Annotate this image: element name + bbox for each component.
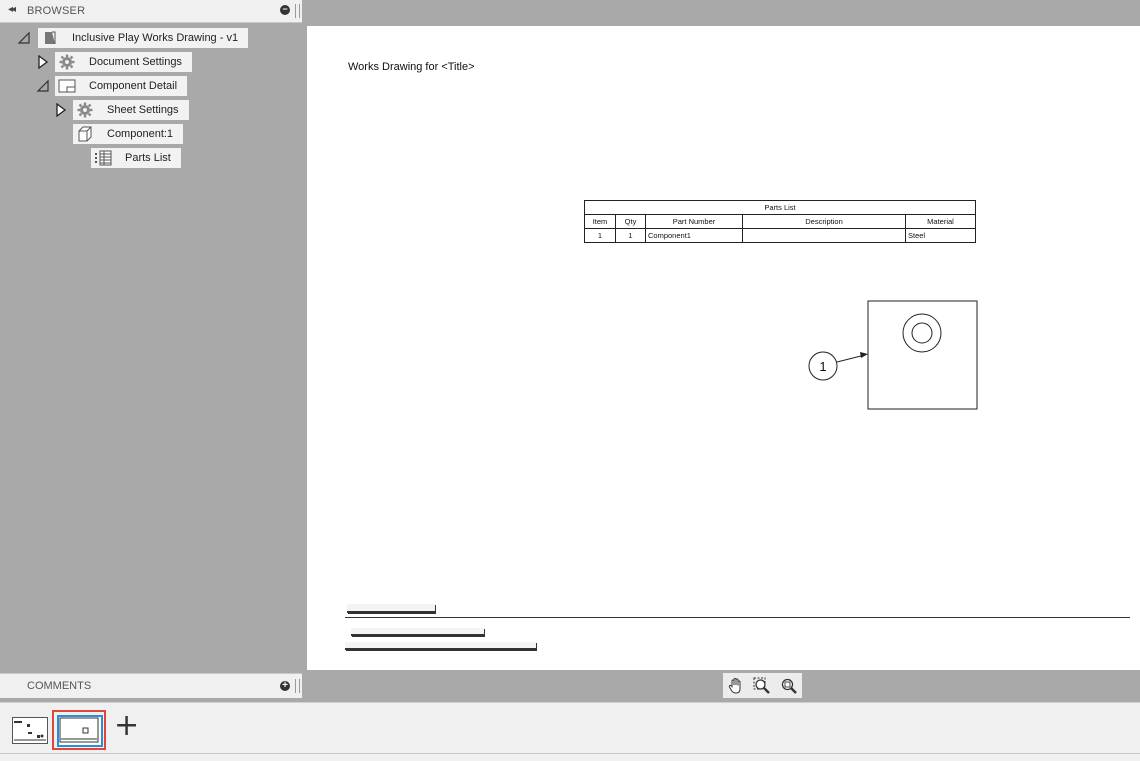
zoom-window-icon[interactable] [751,676,773,696]
tree-node-label: Parts List [125,152,171,164]
balloon-number: 1 [819,359,826,374]
tree-node-component-1[interactable]: Component:1 [73,124,184,144]
add-comment-icon[interactable]: + [280,681,290,691]
browser-panel-header: ◂◂ BROWSER − [0,0,302,23]
title-block-field [351,628,484,636]
tree-node-label: Component Detail [89,80,178,92]
sheet-1-thumbnail[interactable] [12,717,48,744]
zoom-fit-icon[interactable] [778,676,800,696]
tree-node-label: Sheet Settings [107,104,179,116]
canvas-background [307,0,1140,25]
table-cell: 1 [584,228,616,243]
table-cell [742,228,906,243]
comments-panel-header: COMMENTS + [0,673,302,698]
navigation-toolbar [723,673,802,698]
column-header: Part Number [645,214,743,229]
gear-icon [75,101,95,119]
inner-hole-circle [911,322,933,344]
collapsed-triangle-icon[interactable] [54,103,68,117]
expanded-triangle-icon[interactable] [36,79,50,93]
table-header-row: Item Qty Part Number Description Materia… [584,214,976,229]
tree-node-document[interactable]: Inclusive Play Works Drawing - v1 [38,28,249,48]
browser-title: BROWSER [27,5,86,17]
parts-list-icon [93,149,113,167]
collapsed-triangle-icon[interactable] [36,55,50,69]
browser-grip-handle[interactable] [295,4,300,18]
drawing-title: Works Drawing for <Title> [348,61,475,73]
component-outline [867,300,978,410]
table-cell: 1 [615,228,646,243]
tree-node-label: Inclusive Play Works Drawing - v1 [72,32,239,44]
component-view-icon [75,125,95,143]
column-header: Item [584,214,616,229]
component-drawing-view[interactable]: 1 [797,291,997,416]
comments-title: COMMENTS [27,680,92,692]
browser-minimize-icon[interactable]: − [280,5,290,15]
sheet-icon [57,77,77,95]
column-header: Description [742,214,906,229]
tree-node-sheet-settings[interactable]: Sheet Settings [73,100,189,120]
column-header: Material [905,214,976,229]
sheet-2-thumbnail[interactable] [57,715,103,747]
balloon-arrowhead [860,352,868,358]
tree-node-label: Component:1 [107,128,174,140]
gear-icon [57,53,77,71]
tree-node-component-detail[interactable]: Component Detail [55,76,188,96]
add-sheet-button[interactable]: + [114,711,139,741]
parts-list-table[interactable]: Parts List Item Qty Part Number Descript… [584,200,976,243]
pan-icon[interactable] [725,676,747,696]
expanded-triangle-icon[interactable] [17,31,31,45]
table-cell: Steel [905,228,976,243]
column-header: Qty [615,214,646,229]
collapse-browser-button[interactable]: ◂◂ [8,4,16,15]
tree-node-parts-list[interactable]: Parts List [91,148,181,168]
comments-grip-handle[interactable] [295,679,300,693]
title-block-field [345,642,536,650]
tree-node-document-settings[interactable]: Document Settings [55,52,192,72]
parts-list-title: Parts List [584,200,976,215]
outer-hole-circle [902,313,942,353]
table-row: 1 1 Component1 Steel [584,228,976,243]
title-block-border [345,617,1130,618]
drawing-sheet[interactable]: Works Drawing for <Title> Parts List Ite… [307,26,1140,670]
table-cell: Component1 [645,228,743,243]
tree-node-label: Document Settings [89,56,182,68]
drawing-document-icon [40,29,60,47]
sheet-thumbnail-strip: + [0,702,1140,754]
title-block-field [347,604,435,613]
